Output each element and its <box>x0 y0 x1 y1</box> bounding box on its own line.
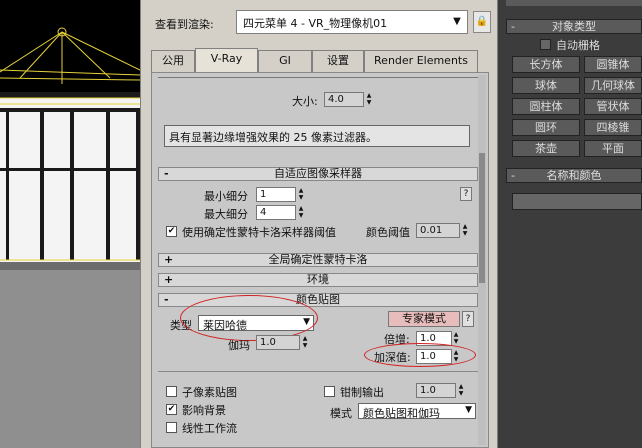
multiplier-spinner[interactable]: ▲ ▼ <box>452 331 460 346</box>
global-dmc-title: 全局确定性蒙特卡洛 <box>268 253 368 266</box>
sphere-button[interactable]: 球体 <box>512 77 580 94</box>
teapot-button[interactable]: 茶壶 <box>512 140 580 157</box>
command-panel: - 对象类型 自动栅格 长方体 圆锥体 球体 几何球体 圆柱体 管状体 圆环 四… <box>498 0 642 448</box>
tab-render-elements[interactable]: Render Elements <box>364 50 478 72</box>
panel-scroll-thumb[interactable] <box>479 153 485 283</box>
viewport-scene <box>0 0 140 448</box>
viewport[interactable] <box>0 0 140 448</box>
affect-background-checkbox[interactable]: ✔ <box>166 404 177 415</box>
chevron-down-icon: ▼ <box>465 405 472 415</box>
filter-group-top <box>158 73 478 78</box>
clamp-output-checkbox[interactable] <box>324 386 335 397</box>
object-type-rollout[interactable]: - 对象类型 <box>506 19 642 34</box>
expert-mode-button[interactable]: 专家模式 <box>388 311 460 327</box>
autogrid-label: 自动栅格 <box>556 39 600 52</box>
max-subdivs-field[interactable]: 4 <box>256 205 296 220</box>
tab-vray[interactable]: V-Ray <box>195 48 258 72</box>
cylinder-button[interactable]: 圆柱体 <box>512 98 580 115</box>
view-to-render-row: 查看到渲染: 四元菜单 4 - VR_物理像机01 ▼ 🔒 <box>141 0 497 46</box>
filter-size-label: 大小: <box>292 95 318 108</box>
min-subdivs-spinner[interactable]: ▲ ▼ <box>297 187 305 202</box>
chevron-down-icon: ▼ <box>453 16 461 27</box>
color-mapping-help-button[interactable]: ? <box>462 311 474 327</box>
filter-description: 具有显著边缘增强效果的 25 像素过滤器。 <box>164 125 470 147</box>
name-color-title: 名称和颜色 <box>546 169 602 182</box>
min-subdivs-field[interactable]: 1 <box>256 187 296 202</box>
color-threshold-spinner[interactable]: ▲ ▼ <box>461 223 469 238</box>
cone-button[interactable]: 圆锥体 <box>584 56 642 73</box>
adaptive-sampler-title: 自适应图像采样器 <box>274 167 362 180</box>
panel-top-edge <box>506 0 642 6</box>
environment-title: 环境 <box>307 273 329 286</box>
clamp-value-spinner[interactable]: ▲ ▼ <box>457 383 465 398</box>
mode-select[interactable]: 颜色贴图和伽玛 ▼ <box>358 403 476 420</box>
adaptive-sampler-rollout[interactable]: - 自适应图像采样器 <box>158 167 478 181</box>
expand-icon: + <box>164 253 174 266</box>
tab-gi[interactable]: GI <box>258 50 312 72</box>
tube-button[interactable]: 管状体 <box>584 98 642 115</box>
gamma-spinner[interactable]: ▲ ▼ <box>301 335 309 350</box>
filter-size-field[interactable]: 4.0 <box>324 92 364 107</box>
color-threshold-field[interactable]: 0.01 <box>416 223 460 238</box>
use-qmc-threshold-checkbox[interactable]: ✔ <box>166 226 177 237</box>
render-setup-dialog: 查看到渲染: 四元菜单 4 - VR_物理像机01 ▼ 🔒 公用 V-Ray G… <box>140 0 498 448</box>
collapse-icon: - <box>511 169 515 182</box>
min-subdivs-label: 最小细分 <box>204 190 248 203</box>
clamp-value-field[interactable]: 1.0 <box>416 383 456 398</box>
plane-button[interactable]: 平面 <box>584 140 642 157</box>
color-threshold-label: 颜色阈值 <box>366 226 410 239</box>
adaptive-help-button[interactable]: ? <box>460 187 472 201</box>
name-color-rollout[interactable]: - 名称和颜色 <box>506 168 642 183</box>
box-button[interactable]: 长方体 <box>512 56 580 73</box>
subpixel-mapping-checkbox[interactable] <box>166 386 177 397</box>
view-to-render-label: 查看到渲染: <box>155 18 214 31</box>
mode-label: 模式 <box>330 407 352 420</box>
affect-background-label: 影响背景 <box>182 404 226 417</box>
linear-workflow-label: 线性工作流 <box>182 422 237 435</box>
expand-icon: + <box>164 273 174 286</box>
torus-button[interactable]: 圆环 <box>512 119 580 136</box>
mode-value: 颜色贴图和伽玛 <box>363 407 440 420</box>
gamma-field[interactable]: 1.0 <box>256 335 300 350</box>
vray-panel: 大小: 4.0 ▲ ▼ 具有显著边缘增强效果的 25 像素过滤器。 - 自适应图像… <box>151 72 489 448</box>
subpixel-mapping-label: 子像素贴图 <box>182 386 237 399</box>
max-subdivs-label: 最大细分 <box>204 208 248 221</box>
object-type-title: 对象类型 <box>552 20 596 33</box>
divider <box>158 371 478 372</box>
collapse-icon: - <box>164 167 169 180</box>
view-to-render-value: 四元菜单 4 - VR_物理像机01 <box>243 17 388 30</box>
lock-icon[interactable]: 🔒 <box>473 11 491 33</box>
autogrid-checkbox[interactable] <box>540 39 551 50</box>
pyramid-button[interactable]: 四棱锥 <box>584 119 642 136</box>
gamma-label: 伽玛 <box>228 339 250 352</box>
object-name-input[interactable] <box>512 193 642 210</box>
use-qmc-threshold-label: 使用确定性蒙特卡洛采样器阈值 <box>182 226 336 239</box>
clamp-output-label: 钳制输出 <box>340 386 384 399</box>
linear-workflow-checkbox[interactable] <box>166 422 177 433</box>
environment-rollout[interactable]: + 环境 <box>158 273 478 287</box>
collapse-icon: - <box>164 293 169 306</box>
tab-common[interactable]: 公用 <box>151 50 195 72</box>
view-to-render-select[interactable]: 四元菜单 4 - VR_物理像机01 ▼ <box>236 10 468 34</box>
annotation-circle-burn <box>364 343 476 367</box>
max-subdivs-spinner[interactable]: ▲ ▼ <box>297 205 305 220</box>
collapse-icon: - <box>511 20 515 33</box>
filter-size-spinner[interactable]: ▲ ▼ <box>365 92 373 107</box>
geosphere-button[interactable]: 几何球体 <box>584 77 642 94</box>
global-dmc-rollout[interactable]: + 全局确定性蒙特卡洛 <box>158 253 478 267</box>
tab-settings[interactable]: 设置 <box>312 50 364 72</box>
